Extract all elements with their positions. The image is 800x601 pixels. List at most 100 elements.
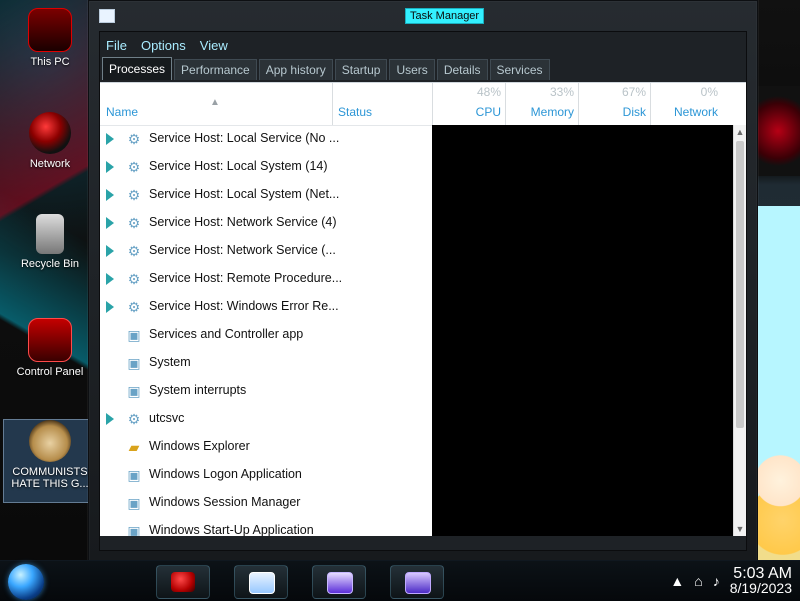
computer-icon — [28, 8, 72, 52]
column-cpu-label: CPU — [475, 105, 501, 119]
taskbar: ▲ ⌂ ♪ 5:03 AM 8/19/2023 — [0, 560, 800, 601]
column-name[interactable]: ▲ Name — [100, 83, 333, 125]
cpu-total-percent: 48% — [476, 85, 501, 99]
desktop-icon-label: This PC — [30, 56, 70, 68]
process-name: Service Host: Remote Procedure... — [149, 271, 343, 285]
gear-icon: ⚙ — [127, 242, 141, 259]
notification-arrow-icon[interactable]: ▲ — [670, 574, 684, 588]
desktop-icon-this-pc[interactable]: This PC — [4, 8, 96, 68]
disk-total-percent: 67% — [621, 85, 646, 99]
menu-bar: File Options View — [100, 32, 746, 58]
clock[interactable]: 5:03 AM 8/19/2023 — [730, 566, 792, 596]
process-name: utcsvc — [149, 411, 185, 425]
processes-content: ▲ Name Status 48% CPU 33% Memory 67% Dis… — [100, 82, 746, 536]
tab-strip: Processes Performance App history Startu… — [102, 57, 744, 80]
tab-details[interactable]: Details — [436, 59, 488, 80]
column-status-label: Status — [338, 105, 373, 119]
vertical-scrollbar[interactable]: ▲ ▼ — [733, 125, 746, 536]
desktop-icon-label: Recycle Bin — [20, 258, 80, 270]
window-icon: ▣ — [127, 494, 141, 511]
scroll-up-icon[interactable]: ▲ — [734, 125, 746, 139]
expand-arrow-icon[interactable] — [106, 273, 114, 285]
process-name: Windows Logon Application — [149, 467, 302, 481]
folder-icon: ▰ — [128, 438, 140, 455]
gear-icon: ⚙ — [127, 158, 141, 175]
expand-arrow-icon[interactable] — [106, 301, 114, 313]
process-name: Windows Start-Up Application — [149, 523, 314, 536]
desktop-right-red-orb — [756, 86, 800, 176]
expand-arrow-icon[interactable] — [106, 217, 114, 229]
gear-icon: ⚙ — [127, 214, 141, 231]
menu-options[interactable]: Options — [141, 38, 186, 53]
volume-icon[interactable]: ♪ — [713, 574, 720, 588]
tab-performance[interactable]: Performance — [174, 59, 257, 80]
window-body: File Options View Processes Performance … — [99, 31, 747, 551]
menu-view[interactable]: View — [200, 38, 228, 53]
gear-icon: ⚙ — [127, 130, 141, 147]
network-tray-icon[interactable]: ⌂ — [694, 574, 702, 588]
column-cpu[interactable]: 48% CPU — [432, 83, 506, 125]
task-manager-app-icon — [99, 9, 115, 23]
titlebar[interactable]: Task Manager — [99, 7, 747, 25]
column-network[interactable]: 0% Network — [650, 83, 722, 125]
task-manager-taskbar-icon — [249, 572, 275, 594]
window-icon: ▣ — [127, 382, 141, 399]
taskbar-app-task-manager[interactable] — [234, 565, 288, 599]
window-icon: ▣ — [127, 522, 141, 537]
network-total-percent: 0% — [700, 85, 718, 99]
system-tray: ▲ ⌂ ♪ 5:03 AM 8/19/2023 — [670, 566, 792, 596]
expand-arrow-icon[interactable] — [106, 413, 114, 425]
window-icon: ▣ — [127, 466, 141, 483]
start-button-icon[interactable] — [8, 564, 44, 600]
desktop-icon-control-panel[interactable]: Control Panel — [4, 318, 96, 378]
process-name: Windows Explorer — [149, 439, 250, 453]
column-disk[interactable]: 67% Disk — [578, 83, 651, 125]
window-icon: ▣ — [127, 326, 141, 343]
money-bag-icon — [29, 420, 71, 462]
resource-columns-blackout — [432, 125, 734, 536]
window-title: Task Manager — [405, 8, 485, 24]
expand-arrow-icon[interactable] — [106, 245, 114, 257]
tab-startup[interactable]: Startup — [334, 59, 388, 80]
expand-arrow-icon[interactable] — [106, 189, 114, 201]
visual-studio-icon — [405, 572, 431, 594]
desktop-icon-communists-hate-this[interactable]: COMMUNISTS HATE THIS G... — [3, 419, 97, 503]
process-name: Service Host: Network Service (... — [149, 243, 336, 257]
column-network-label: Network — [673, 105, 718, 119]
visual-studio-icon — [327, 572, 353, 594]
column-status[interactable]: Status — [332, 83, 433, 125]
control-panel-icon — [28, 318, 72, 362]
process-name: System — [149, 355, 191, 369]
menu-file[interactable]: File — [106, 38, 127, 53]
tab-users[interactable]: Users — [389, 59, 435, 80]
expand-arrow-icon[interactable] — [106, 133, 114, 145]
gear-icon: ⚙ — [127, 410, 141, 427]
tab-app-history[interactable]: App history — [258, 59, 333, 80]
taskbar-app-red-mascot[interactable] — [156, 565, 210, 599]
process-name: Service Host: Local Service (No ... — [149, 131, 340, 145]
desktop-icon-recycle-bin[interactable]: Recycle Bin — [4, 214, 96, 270]
memory-total-percent: 33% — [549, 85, 574, 99]
desktop-icon-label: COMMUNISTS HATE THIS G... — [11, 466, 89, 490]
tab-processes[interactable]: Processes — [102, 57, 173, 80]
process-name: Windows Session Manager — [149, 495, 301, 509]
process-name: System interrupts — [149, 383, 247, 397]
tab-services[interactable]: Services — [489, 59, 550, 80]
sort-ascending-icon: ▲ — [210, 97, 220, 108]
desktop-character-art — [752, 428, 800, 560]
process-name: Service Host: Windows Error Re... — [149, 299, 339, 313]
processes-table: ▲ Name Status 48% CPU 33% Memory 67% Dis… — [100, 83, 746, 536]
desktop-icon-network[interactable]: Network — [4, 112, 96, 170]
expand-arrow-icon[interactable] — [106, 161, 114, 173]
taskbar-app-visual-studio-2[interactable] — [390, 565, 444, 599]
taskbar-app-visual-studio[interactable] — [312, 565, 366, 599]
table-header: ▲ Name Status 48% CPU 33% Memory 67% Dis… — [100, 83, 746, 126]
gear-icon: ⚙ — [127, 298, 141, 315]
process-name: Services and Controller app — [149, 327, 304, 341]
scroll-thumb[interactable] — [736, 141, 744, 428]
process-name: Service Host: Local System (14) — [149, 159, 328, 173]
scroll-down-icon[interactable]: ▼ — [734, 522, 746, 536]
process-name: Service Host: Local System (Net... — [149, 187, 340, 201]
column-memory[interactable]: 33% Memory — [505, 83, 579, 125]
gear-icon: ⚙ — [127, 270, 141, 287]
